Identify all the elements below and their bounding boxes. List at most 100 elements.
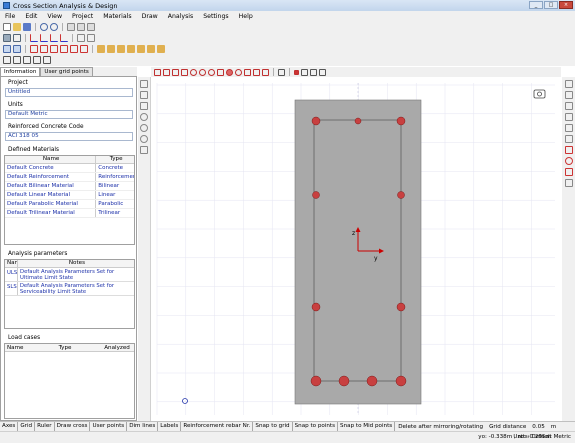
toggle-dim-lines[interactable]: Dim lines: [127, 422, 159, 431]
toggle-snap-points[interactable]: Snap to points: [293, 422, 339, 431]
material-5-icon[interactable]: [137, 44, 145, 53]
offset-icon[interactable]: [564, 124, 573, 132]
shape-2-icon[interactable]: [13, 44, 21, 53]
circle-2-tool-icon[interactable]: [199, 68, 206, 76]
shape-icon[interactable]: [3, 44, 11, 53]
table-row[interactable]: Default Concrete Concrete: [5, 164, 134, 173]
rebar-7[interactable]: [396, 302, 406, 312]
toggle-draw-cross[interactable]: Draw cross: [55, 422, 91, 431]
axes-icon[interactable]: [30, 33, 38, 42]
rebar-circle-tool-icon[interactable]: [262, 68, 269, 76]
select-icon[interactable]: [140, 80, 148, 88]
material-4-icon[interactable]: [127, 44, 135, 53]
report-icon[interactable]: [3, 56, 11, 64]
toggle-ruler[interactable]: Ruler: [35, 422, 55, 431]
close-button[interactable]: ×: [559, 1, 573, 9]
toggle-snap-mid-points[interactable]: Snap to Mid points: [338, 422, 396, 431]
paste-icon[interactable]: [87, 22, 95, 31]
mirror-icon[interactable]: [564, 102, 573, 110]
project-field[interactable]: Untitled: [5, 88, 133, 97]
table-row[interactable]: Default Linear Material Linear: [5, 191, 134, 200]
pan-icon[interactable]: [140, 102, 148, 110]
table-icon[interactable]: [13, 56, 21, 64]
diagram-icon[interactable]: [43, 56, 51, 64]
text-tool-icon[interactable]: [278, 68, 285, 76]
zoom-out-icon[interactable]: [140, 124, 148, 132]
material-2-icon[interactable]: [107, 44, 115, 53]
cut-icon[interactable]: [67, 22, 75, 31]
properties-icon[interactable]: [564, 179, 573, 187]
rebar-icon[interactable]: [30, 44, 38, 53]
zoom-icon[interactable]: [77, 33, 85, 42]
code-field[interactable]: ACI 318 05: [5, 132, 133, 141]
circle-3-tool-icon[interactable]: [208, 68, 215, 76]
save-icon[interactable]: [23, 22, 31, 31]
rect-tool-icon[interactable]: [154, 68, 161, 76]
circle-tool-icon[interactable]: [190, 68, 197, 76]
open-folder-icon[interactable]: [13, 22, 21, 31]
copy-icon[interactable]: [77, 22, 85, 31]
polyline-draw-icon[interactable]: [564, 168, 573, 176]
menu-materials[interactable]: Materials: [98, 13, 136, 20]
rebar-6-icon[interactable]: [80, 44, 88, 53]
rebar-2[interactable]: [354, 117, 362, 125]
rebar-10[interactable]: [366, 375, 378, 387]
menu-edit[interactable]: Edit: [20, 13, 42, 20]
minimize-button[interactable]: _: [529, 1, 543, 9]
table-row[interactable]: Default Parabolic Material Parabolic: [5, 200, 134, 209]
rebar-8[interactable]: [310, 375, 322, 387]
section-drawing[interactable]: z y: [151, 77, 562, 421]
material-6-icon[interactable]: [147, 44, 155, 53]
maximize-button[interactable]: □: [544, 1, 558, 9]
axes-2-icon[interactable]: [40, 33, 48, 42]
rebar-5-icon[interactable]: [70, 44, 78, 53]
toggle-snap-grid[interactable]: Snap to grid: [253, 422, 293, 431]
new-file-icon[interactable]: [3, 22, 11, 31]
zoom-window-icon[interactable]: [140, 135, 148, 143]
grid-icon[interactable]: [3, 33, 11, 42]
rebar-2-icon[interactable]: [40, 44, 48, 53]
zoom-extents-icon[interactable]: [140, 146, 148, 154]
toggle-axes[interactable]: Axes: [0, 422, 19, 431]
axes-4-icon[interactable]: [60, 33, 68, 42]
tab-information[interactable]: Information: [0, 67, 41, 76]
rebar-3[interactable]: [396, 116, 406, 126]
table-row[interactable]: Default Bilinear Material Bilinear: [5, 182, 134, 191]
rebar-1[interactable]: [311, 116, 321, 126]
rect-2-tool-icon[interactable]: [163, 68, 170, 76]
rect-4-tool-icon[interactable]: [181, 68, 188, 76]
rotate-icon[interactable]: [564, 91, 573, 99]
material-3-icon[interactable]: [117, 44, 125, 53]
rebar-rect-tool-icon[interactable]: [253, 68, 260, 76]
camera-icon[interactable]: [533, 89, 546, 99]
grid-distance-value[interactable]: 0.05: [529, 424, 547, 430]
rebar-4-icon[interactable]: [60, 44, 68, 53]
rebar-11[interactable]: [395, 375, 407, 387]
rebar-3-icon[interactable]: [50, 44, 58, 53]
triangle-tool-icon[interactable]: [217, 68, 224, 76]
material-icon[interactable]: [97, 44, 105, 53]
arc-draw-icon[interactable]: [564, 157, 573, 165]
table-row[interactable]: Default Trilinear Material Trilinear: [5, 209, 134, 218]
tab-user-grid-points[interactable]: User grid points: [40, 67, 93, 76]
delete-after-mirroring-toggle[interactable]: Delete after mirroring/rotating: [395, 424, 486, 430]
menu-help[interactable]: Help: [234, 13, 258, 20]
undo-icon[interactable]: [40, 22, 48, 31]
rebar-9[interactable]: [338, 375, 350, 387]
toggle-grid[interactable]: Grid: [18, 422, 36, 431]
line-tool-icon[interactable]: [301, 68, 308, 76]
rebar-5[interactable]: [397, 191, 405, 199]
chart-icon[interactable]: [33, 56, 41, 64]
axes-3-icon[interactable]: [50, 33, 58, 42]
zoom-in-icon[interactable]: [140, 113, 148, 121]
menu-settings[interactable]: Settings: [198, 13, 233, 20]
table-row[interactable]: ULS Default Analysis Parameters Set for U…: [5, 268, 134, 282]
rect-3-tool-icon[interactable]: [172, 68, 179, 76]
rebar-2-tool-icon[interactable]: [235, 68, 242, 76]
delete-icon[interactable]: [564, 135, 573, 143]
toggle-labels[interactable]: Labels: [158, 422, 182, 431]
layers-icon[interactable]: [564, 113, 573, 121]
menu-view[interactable]: View: [42, 13, 67, 20]
calc-icon[interactable]: [23, 56, 31, 64]
rebar-line-tool-icon[interactable]: [244, 68, 251, 76]
